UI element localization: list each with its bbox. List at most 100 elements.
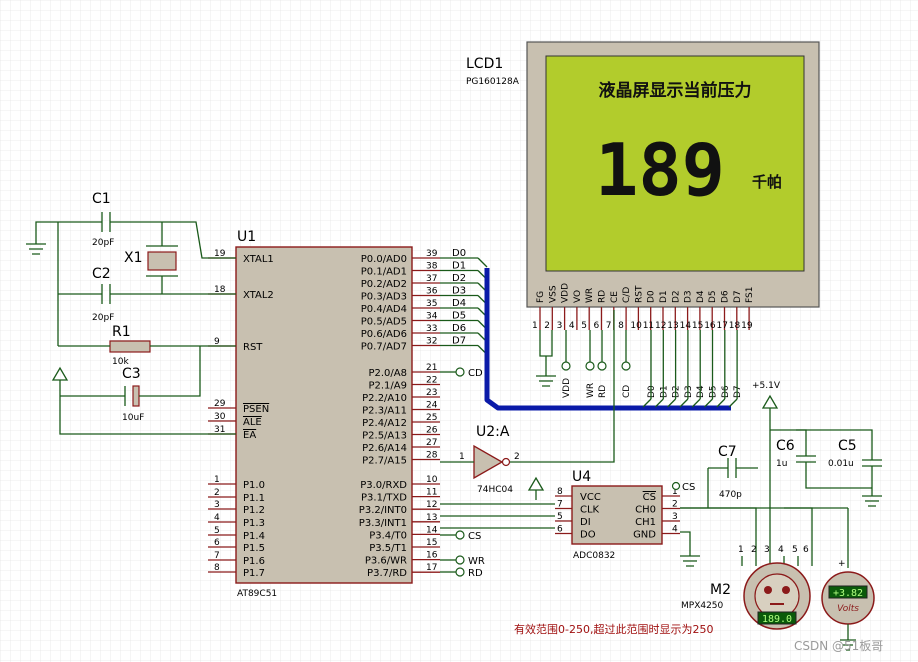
lcd-pin-label: D4 xyxy=(696,290,706,303)
c7-ref: C7 xyxy=(718,444,737,460)
mcu-pin-number: 2 xyxy=(214,488,220,498)
adc-pin-number: 4 xyxy=(672,525,678,535)
lcd-pin-label: D5 xyxy=(708,290,718,303)
lcd-pin-number: 19 xyxy=(741,321,753,331)
u2-pin-out: 2 xyxy=(514,452,520,462)
mcu-pin-name: P0.4/AD4 xyxy=(361,304,407,315)
c2-value: 20pF xyxy=(92,313,114,323)
lcd-net-label: D6 xyxy=(721,385,731,398)
c1-value: 20pF xyxy=(92,238,114,248)
adc-pin-name: VCC xyxy=(580,492,601,503)
lcd-net-label: D7 xyxy=(733,385,743,398)
lcd-net-label: D4 xyxy=(696,385,706,398)
mcu-pin-number: 26 xyxy=(426,426,438,436)
adc-part: ADC0832 xyxy=(573,551,615,561)
adc-pin-name: CS xyxy=(643,492,656,503)
mcu-pin-number: 36 xyxy=(426,287,438,297)
mcu-pin-number: 10 xyxy=(426,475,438,485)
lcd-pin-number: 1 xyxy=(532,321,538,331)
mcu-pin-number: 28 xyxy=(426,451,438,461)
mcu-u1[interactable]: U1 AT89C51 XTAL119XTAL218RST9PSEN29ALE30… xyxy=(208,229,440,599)
mcu-pin-name: P0.2/AD2 xyxy=(361,279,407,290)
lcd-net-label: WR xyxy=(586,383,596,398)
lcd-pin-label: D3 xyxy=(684,290,694,303)
net-label: CD xyxy=(468,368,483,379)
mcu-pin-number: 6 xyxy=(214,538,220,548)
lcd-net-label: D1 xyxy=(659,385,669,398)
mcu-pin-name: P0.7/AD7 xyxy=(361,342,407,353)
mcu-pin-number: 16 xyxy=(426,551,438,561)
sensor-pin-number: 4 xyxy=(778,545,784,555)
mcu-pin-number: 23 xyxy=(426,388,437,398)
c2-ref: C2 xyxy=(92,266,111,282)
mcu-pin-name: P2.0/A8 xyxy=(368,368,407,379)
mcu-pin-number: 37 xyxy=(426,274,437,284)
mcu-pin-number: 22 xyxy=(426,376,437,386)
p0-net-label: D0 xyxy=(452,248,466,259)
range-note: 有效范围0-250,超过此范围时显示为250 xyxy=(514,622,713,636)
lcd-pin-label: D6 xyxy=(721,290,731,303)
mcu-pin-name: P1.0 xyxy=(243,480,265,491)
lcd-pin-label: D2 xyxy=(671,290,681,303)
x1-ref: X1 xyxy=(124,250,143,266)
mcu-pin-name: P0.6/AD6 xyxy=(361,329,407,340)
net-label: WR xyxy=(468,556,485,567)
lcd-pin-number: 11 xyxy=(643,321,654,331)
c1-ref: C1 xyxy=(92,191,111,207)
mcu-pin-name: P1.4 xyxy=(243,531,265,542)
lcd-pin-label: FS1 xyxy=(745,287,755,303)
mcu-pin-number: 13 xyxy=(426,513,437,523)
net-label: RD xyxy=(468,568,483,579)
mcu-pin-name: P3.6/WR xyxy=(365,556,407,567)
c7-value: 470p xyxy=(719,490,742,500)
supply-label: +5.1V xyxy=(752,381,781,391)
adc-pin-name: CLK xyxy=(580,505,600,516)
mcu-pin-number: 35 xyxy=(426,299,437,309)
mcu-pin-name: P2.4/A12 xyxy=(362,418,407,429)
mcu-pin-name: XTAL1 xyxy=(243,254,274,265)
lcd-pin-number: 10 xyxy=(630,321,642,331)
mcu-pin-number: 21 xyxy=(426,363,437,373)
p0-net-label: D5 xyxy=(452,311,466,322)
sensor-pin-number: 3 xyxy=(764,545,770,555)
mcu-pin-name: P0.5/AD5 xyxy=(361,317,407,328)
lcd-pin-label: VSS xyxy=(548,285,558,303)
c6-ref: C6 xyxy=(776,438,795,454)
mcu-pin-number: 38 xyxy=(426,262,438,272)
lcd-pin-number: 15 xyxy=(692,321,703,331)
mcu-pin-name: P3.0/RXD xyxy=(360,480,407,491)
lcd-pin-number: 8 xyxy=(618,321,624,331)
lcd-pin-label: C/D xyxy=(622,287,632,303)
mcu-pin-name: P2.6/A14 xyxy=(362,443,407,454)
mcu-pin-name: P1.7 xyxy=(243,568,265,579)
lcd-pin-number: 5 xyxy=(581,321,587,331)
c5-ref: C5 xyxy=(838,438,857,454)
mcu-pin-name: ALE xyxy=(243,417,262,428)
adc-pin-name: DO xyxy=(580,530,596,541)
lcd-pin-number: 14 xyxy=(680,321,692,331)
lcd-pin-number: 6 xyxy=(594,321,600,331)
lcd-title-text: 液晶屏显示当前压力 xyxy=(599,80,752,101)
lcd-pin-label: RST xyxy=(634,285,644,303)
lcd-part: PG160128A xyxy=(466,77,520,87)
mcu-pin-name: PSEN xyxy=(243,404,269,415)
lcd-pin-label: D1 xyxy=(659,290,669,303)
sensor-pin-number: 1 xyxy=(738,545,744,555)
lcd-pin-label: FG xyxy=(536,291,546,303)
mcu-pin-number: 15 xyxy=(426,538,437,548)
sensor-part: MPX4250 xyxy=(681,601,724,611)
lcd-pin-number: 17 xyxy=(717,321,728,331)
mcu-pin-name: P3.5/T1 xyxy=(369,543,407,554)
voltmeter-readout: +3.82 xyxy=(833,588,863,599)
adc-ref: U4 xyxy=(572,469,591,485)
mcu-pin-number: 25 xyxy=(426,413,437,423)
lcd-unit-text: 千帕 xyxy=(752,173,782,191)
mcu-pin-name: P1.1 xyxy=(243,493,265,504)
p0-net-label: D7 xyxy=(452,336,466,347)
p0-net-label: D4 xyxy=(452,298,466,309)
lcd-net-label: D2 xyxy=(672,385,682,398)
p0-net-label: D3 xyxy=(452,286,466,297)
sensor-pin-number: 5 xyxy=(792,545,798,555)
lcd-pin-label: RD xyxy=(598,290,608,303)
lcd-pin-number: 4 xyxy=(569,321,575,331)
